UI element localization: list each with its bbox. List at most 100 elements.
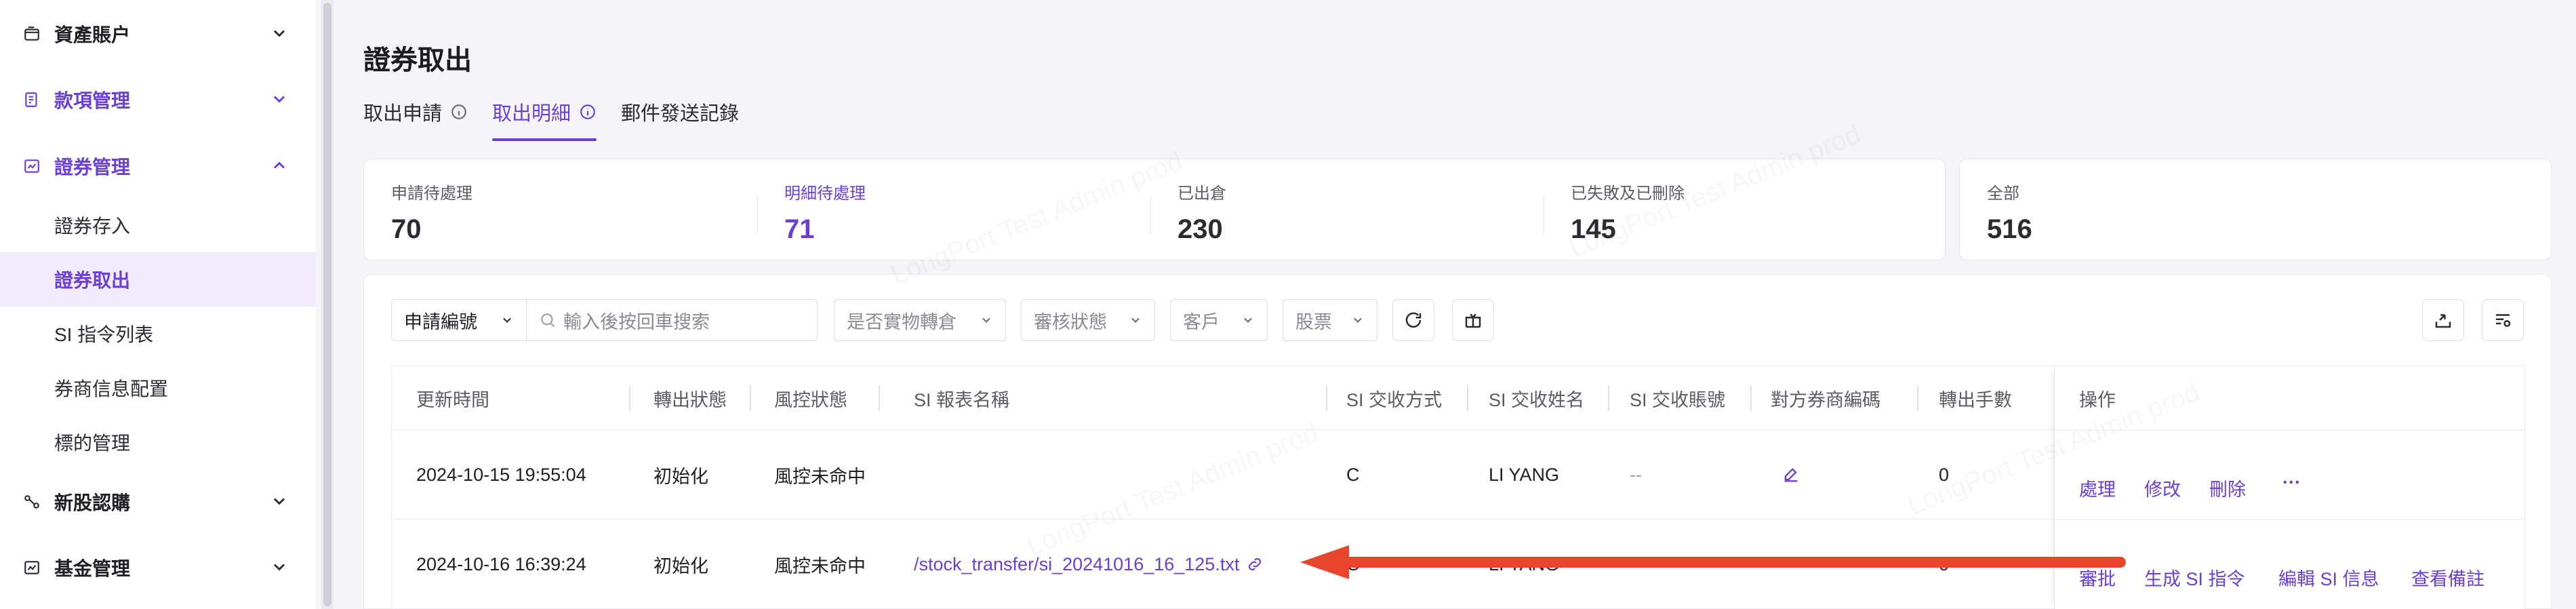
cell-out-status: 初始化: [653, 466, 708, 487]
stat-value: 230: [1178, 214, 1223, 244]
column-header[interactable]: SI 交收賬號: [1630, 366, 1725, 430]
view-notes-button[interactable]: 查看備註: [2411, 564, 2484, 591]
column-header[interactable]: 更新時間: [416, 366, 489, 430]
sidebar-group-assets[interactable]: 資產賬户: [0, 3, 316, 64]
select-placeholder: 審核狀態: [1034, 311, 1107, 332]
stat-pending-applications[interactable]: 申請待處理 70: [391, 180, 472, 245]
sidebar-group-label: 證券管理: [54, 157, 131, 178]
document-icon: [22, 90, 42, 110]
tab-email-records[interactable]: 郵件發送記錄: [621, 95, 739, 129]
tab-label: 取出明細: [492, 103, 571, 125]
stats-card: 申請待處理 70 明細待處理 71 已出倉 230 已失敗及已刪除 145: [363, 159, 1946, 280]
sidebar-scrollbar[interactable]: [321, 0, 334, 609]
column-separator[interactable]: [1326, 385, 1327, 411]
search-placeholder: 輸入後按回車搜索: [563, 311, 710, 332]
column-separator[interactable]: [1917, 385, 1918, 411]
stat-all[interactable]: 全部 516: [1987, 180, 2032, 245]
scrollbar-thumb[interactable]: [323, 3, 331, 606]
column-separator[interactable]: [879, 385, 880, 411]
sidebar-item-si-list[interactable]: SI 指令列表: [0, 307, 316, 361]
column-separator[interactable]: [1467, 385, 1468, 411]
cell-si-name: LI YANG: [1489, 464, 1560, 485]
delete-button[interactable]: 刪除: [2209, 475, 2246, 501]
approve-button[interactable]: 審批: [2079, 564, 2116, 591]
generate-si-button[interactable]: 生成 SI 指令: [2144, 564, 2245, 591]
customer-select[interactable]: 客戶: [1170, 299, 1268, 341]
column-header[interactable]: 風控狀態: [774, 366, 847, 430]
chevron-down-icon: [982, 317, 990, 323]
si-report-link[interactable]: /stock_transfer/si_20241016_16_125.txt: [914, 519, 1264, 609]
stat-label: 已失敗及已刪除: [1571, 184, 1685, 203]
sidebar-item-instrument[interactable]: 標的管理: [0, 415, 316, 469]
column-separator[interactable]: [1608, 385, 1609, 411]
sidebar-group-securities[interactable]: 證券管理: [0, 136, 316, 197]
stat-failed-deleted[interactable]: 已失敗及已刪除 145: [1571, 180, 1685, 245]
sidebar-group-label: 資產賬户: [54, 24, 131, 45]
sidebar-group-label: 款項管理: [54, 90, 131, 111]
info-icon[interactable]: [450, 103, 468, 121]
process-button[interactable]: 處理: [2079, 475, 2116, 501]
search-type-value: 申請編號: [404, 311, 477, 332]
review-status-select[interactable]: 審核狀態: [1021, 299, 1155, 341]
sidebar-group-ipo[interactable]: 新股認購: [0, 471, 316, 532]
cell-si-account: --: [1630, 553, 1642, 574]
edit-si-info-button[interactable]: 編輯 SI 信息: [2278, 564, 2379, 591]
physical-transfer-select[interactable]: 是否實物轉倉: [834, 299, 1006, 341]
column-separator[interactable]: [629, 385, 630, 411]
share-icon: [22, 492, 42, 512]
edit-broker-code-button[interactable]: [1782, 430, 1800, 519]
sidebar-group-funds[interactable]: 款項管理: [0, 69, 316, 130]
stat-pending-details[interactable]: 明細待處理 71: [784, 180, 866, 280]
column-header[interactable]: SI 交收方式: [1346, 366, 1442, 430]
export-button[interactable]: [2422, 299, 2464, 341]
column-header[interactable]: 轉出狀態: [653, 366, 727, 430]
cell-si-method: C: [1346, 464, 1360, 485]
sidebar-item-withdraw[interactable]: 證券取出: [0, 252, 316, 307]
cell-update-time: 2024-10-15 19:55:04: [416, 464, 586, 485]
column-header[interactable]: SI 報表名稱: [914, 366, 1009, 430]
tab-bar: 取出申請 取出明細 郵件發送記錄: [363, 95, 763, 142]
sidebar-group-label: 新股認購: [54, 492, 131, 513]
operations-column: 操作 處理 修改 刪除 ··· 審批 生成 SI 指令 編輯 SI 信息 查看備…: [2054, 366, 2524, 609]
cell-lots: 0: [1939, 553, 1950, 574]
stats-card-total: 全部 516: [1959, 159, 2552, 260]
column-header[interactable]: 轉出手數: [1939, 366, 2012, 430]
info-icon[interactable]: [579, 103, 597, 121]
sidebar-item-broker-config[interactable]: 券商信息配置: [0, 361, 316, 415]
column-separator[interactable]: [750, 385, 751, 411]
tab-label: 郵件發送記錄: [621, 103, 740, 125]
modify-button[interactable]: 修改: [2144, 475, 2181, 501]
sidebar-item-deposit[interactable]: 證券存入: [0, 198, 316, 252]
stat-withdrawn[interactable]: 已出倉 230: [1178, 180, 1226, 245]
tab-applications[interactable]: 取出申請: [363, 95, 468, 129]
column-header: 操作: [2079, 389, 2116, 410]
cell-risk-status: 風控未命中: [774, 466, 866, 487]
column-header[interactable]: 對方券商編碼: [1771, 366, 1880, 430]
stat-label: 申請待處理: [391, 184, 472, 203]
search-input[interactable]: 輸入後按回車搜索: [526, 299, 818, 341]
divider: [2055, 430, 2524, 431]
search-type-select[interactable]: 申請編號: [391, 299, 527, 341]
cell-risk-status: 風控未命中: [774, 555, 866, 576]
data-table: 更新時間 轉出狀態 風控狀態 SI 報表名稱 SI 交收方式 SI 交收姓名 S…: [391, 366, 2525, 609]
cell-si-account: --: [1630, 464, 1642, 485]
gift-button[interactable]: [1452, 299, 1494, 341]
stock-select[interactable]: 股票: [1283, 299, 1377, 341]
edit-icon: [1784, 468, 1798, 482]
chevron-down-icon: [273, 30, 285, 37]
select-placeholder: 客戶: [1183, 311, 1220, 332]
sidebar-group-fund-mgmt[interactable]: 基金管理: [0, 537, 316, 598]
tab-details[interactable]: 取出明細: [492, 95, 597, 141]
chart-icon: [22, 557, 42, 578]
divider: [757, 196, 758, 234]
link-icon: [1249, 557, 1262, 571]
cell-update-time: 2024-10-16 16:39:24: [416, 553, 586, 574]
wallet-icon: [22, 24, 42, 44]
chevron-down-icon: [1131, 317, 1140, 323]
column-header[interactable]: SI 交收姓名: [1489, 366, 1584, 430]
column-separator[interactable]: [1750, 385, 1752, 411]
sidebar: 資產賬户 款項管理 證券管理 證券存入 證券取出 SI 指令列表 券商信息配置 …: [0, 0, 316, 609]
more-icon[interactable]: ···: [2282, 472, 2301, 493]
refresh-button[interactable]: [1392, 299, 1434, 341]
column-settings-button[interactable]: [2482, 299, 2524, 341]
